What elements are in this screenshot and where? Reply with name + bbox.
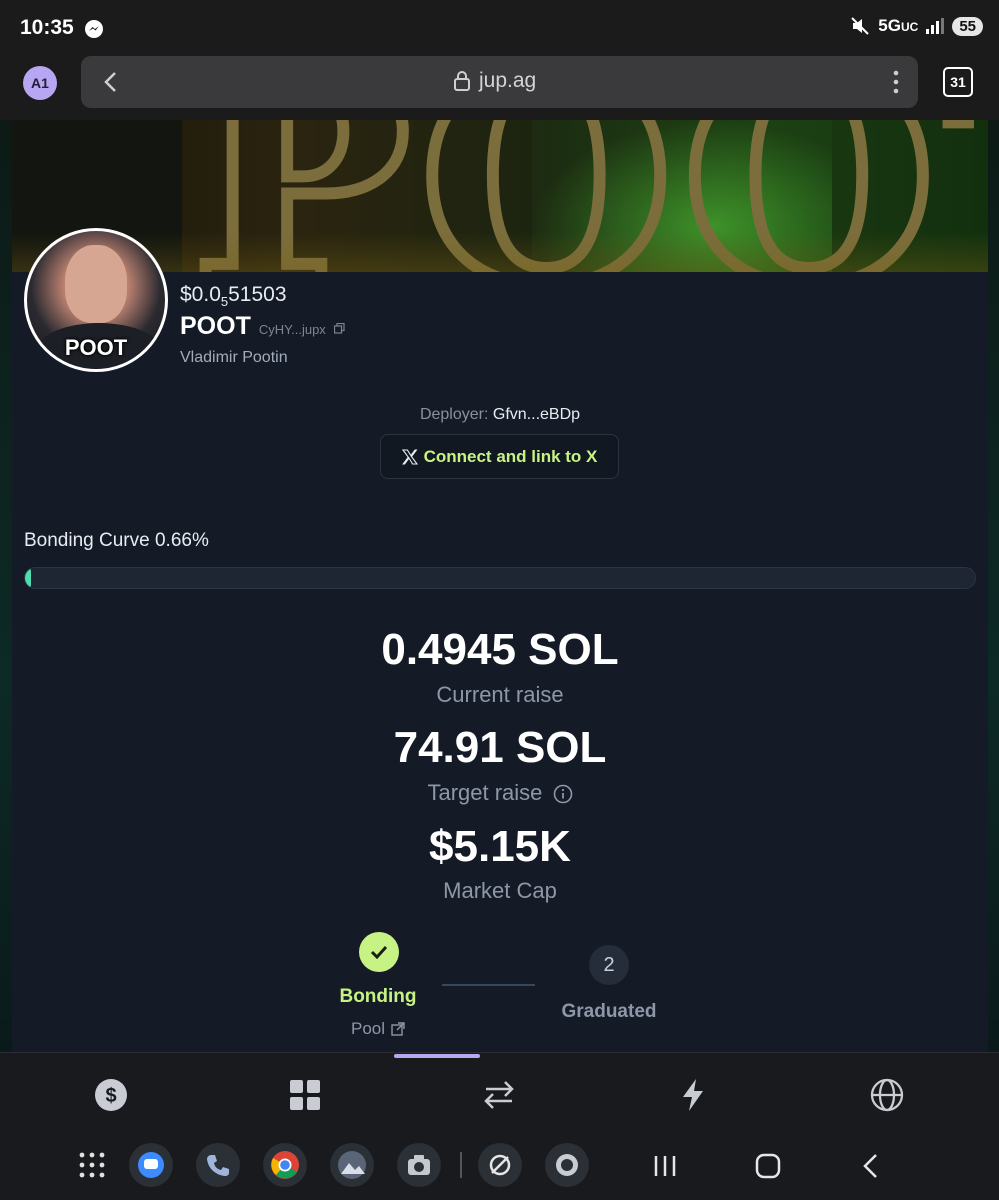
tab-grid[interactable] [285, 1075, 325, 1115]
recent-app-1[interactable] [478, 1143, 522, 1187]
tab-dollar[interactable]: $ [91, 1075, 131, 1115]
external-link-icon [391, 1022, 405, 1036]
tab-lightning[interactable] [673, 1075, 713, 1115]
gallery-app[interactable] [330, 1143, 374, 1187]
messages-icon [138, 1152, 164, 1178]
target-raise-row: Target raise [12, 780, 988, 806]
grid-icon [290, 1080, 320, 1110]
system-nav-bar [0, 1140, 999, 1200]
swap-icon [484, 1081, 514, 1109]
dock-separator [460, 1152, 462, 1178]
home-indicator [394, 1054, 480, 1058]
apps-drawer-button[interactable] [77, 1150, 107, 1180]
profile-avatar[interactable]: A1 [23, 66, 57, 100]
token-name: Vladimir Pootin [180, 349, 288, 366]
messenger-icon [85, 20, 103, 38]
chrome-app[interactable] [263, 1143, 307, 1187]
step-pool-link[interactable]: Pool [318, 1019, 438, 1039]
url-text: jup.ag [479, 69, 537, 92]
lock-icon [454, 71, 470, 91]
system-back-button[interactable] [856, 1151, 886, 1181]
mute-icon [851, 17, 869, 35]
network-type: 5GUC [878, 16, 919, 35]
tab-globe[interactable] [867, 1075, 907, 1115]
chrome-icon [271, 1151, 299, 1179]
connect-x-button[interactable]: Connect and link to X [380, 434, 619, 479]
back-arrow-icon [863, 1154, 877, 1178]
x-logo-icon [401, 448, 418, 465]
home-icon [755, 1153, 781, 1179]
deployer-row: Deployer: Gfvn...eBDp [419, 406, 581, 423]
market-cap-value: $5.15K [429, 822, 571, 871]
tab-switcher-button[interactable]: 31 [943, 67, 973, 97]
camera-app[interactable] [397, 1143, 441, 1187]
page-content: POOT POOT $0.0551503 POOT CyHY...jupx Vl… [0, 120, 999, 1052]
url-display[interactable]: jup.ag [453, 69, 536, 93]
ticker-row: POOT CyHY...jupx [180, 312, 345, 341]
check-icon [370, 945, 388, 959]
messages-app[interactable] [129, 1143, 173, 1187]
camera-icon [408, 1155, 430, 1175]
market-cap-label: Market Cap [443, 878, 557, 903]
more-options-icon[interactable] [892, 69, 900, 95]
target-raise-label: Target raise [427, 780, 543, 805]
step-bonding-check [359, 932, 399, 972]
home-button[interactable] [753, 1151, 783, 1181]
left-background [0, 120, 12, 1052]
recents-icon [654, 1156, 676, 1176]
token-avatar: POOT [24, 228, 168, 372]
token-ticker: POOT [180, 312, 251, 340]
step-bonding-label: Bonding [339, 986, 417, 1007]
recent-app-2[interactable] [545, 1143, 589, 1187]
bonding-curve-fill [25, 568, 32, 588]
status-right: 5GUC 55 [850, 16, 983, 36]
lightning-icon [683, 1079, 703, 1111]
copy-icon[interactable] [333, 323, 345, 334]
step-graduated-number: 2 [589, 945, 629, 985]
deployer-address[interactable]: Gfvn...eBDp [493, 406, 580, 423]
globe-icon [870, 1078, 904, 1112]
recents-button[interactable] [650, 1151, 680, 1181]
phone-icon [207, 1155, 229, 1176]
current-raise-label: Current raise [436, 682, 564, 707]
wallet-app-icon [556, 1154, 578, 1176]
info-icon[interactable] [553, 784, 573, 804]
dollar-icon: $ [95, 1079, 127, 1111]
target-raise-value: 74.91 SOL [393, 723, 607, 772]
phone-app[interactable] [196, 1143, 240, 1187]
signal-icon [926, 18, 945, 34]
browser-toolbar: A1 jup.ag 31 [0, 44, 999, 120]
sync-app-icon [489, 1154, 511, 1176]
token-address[interactable]: CyHY...jupx [259, 322, 326, 337]
token-price: $0.0551503 [180, 283, 287, 310]
token-card: POOT POOT $0.0551503 POOT CyHY...jupx Vl… [12, 120, 988, 1052]
back-icon[interactable] [99, 69, 123, 95]
gallery-icon [338, 1151, 366, 1179]
right-background [988, 120, 999, 1052]
step-connector [442, 984, 535, 986]
url-bar[interactable]: jup.ag [81, 56, 918, 108]
svg-text:$: $ [105, 1085, 116, 1107]
apps-grid-icon [79, 1152, 105, 1178]
token-banner: POOT [12, 120, 988, 272]
step-graduated-label: Graduated [561, 1001, 657, 1022]
bonding-curve-label: Bonding Curve 0.66% [24, 530, 209, 551]
connect-x-label: Connect and link to X [423, 446, 598, 466]
tab-swap[interactable] [479, 1075, 519, 1115]
battery-indicator: 55 [952, 16, 983, 36]
current-raise-value: 0.4945 SOL [381, 625, 619, 674]
avatar-label: POOT [64, 335, 128, 360]
bonding-curve-progress [24, 567, 976, 589]
app-tab-bar: $ [0, 1052, 999, 1140]
status-time: 10:35 [20, 16, 74, 39]
